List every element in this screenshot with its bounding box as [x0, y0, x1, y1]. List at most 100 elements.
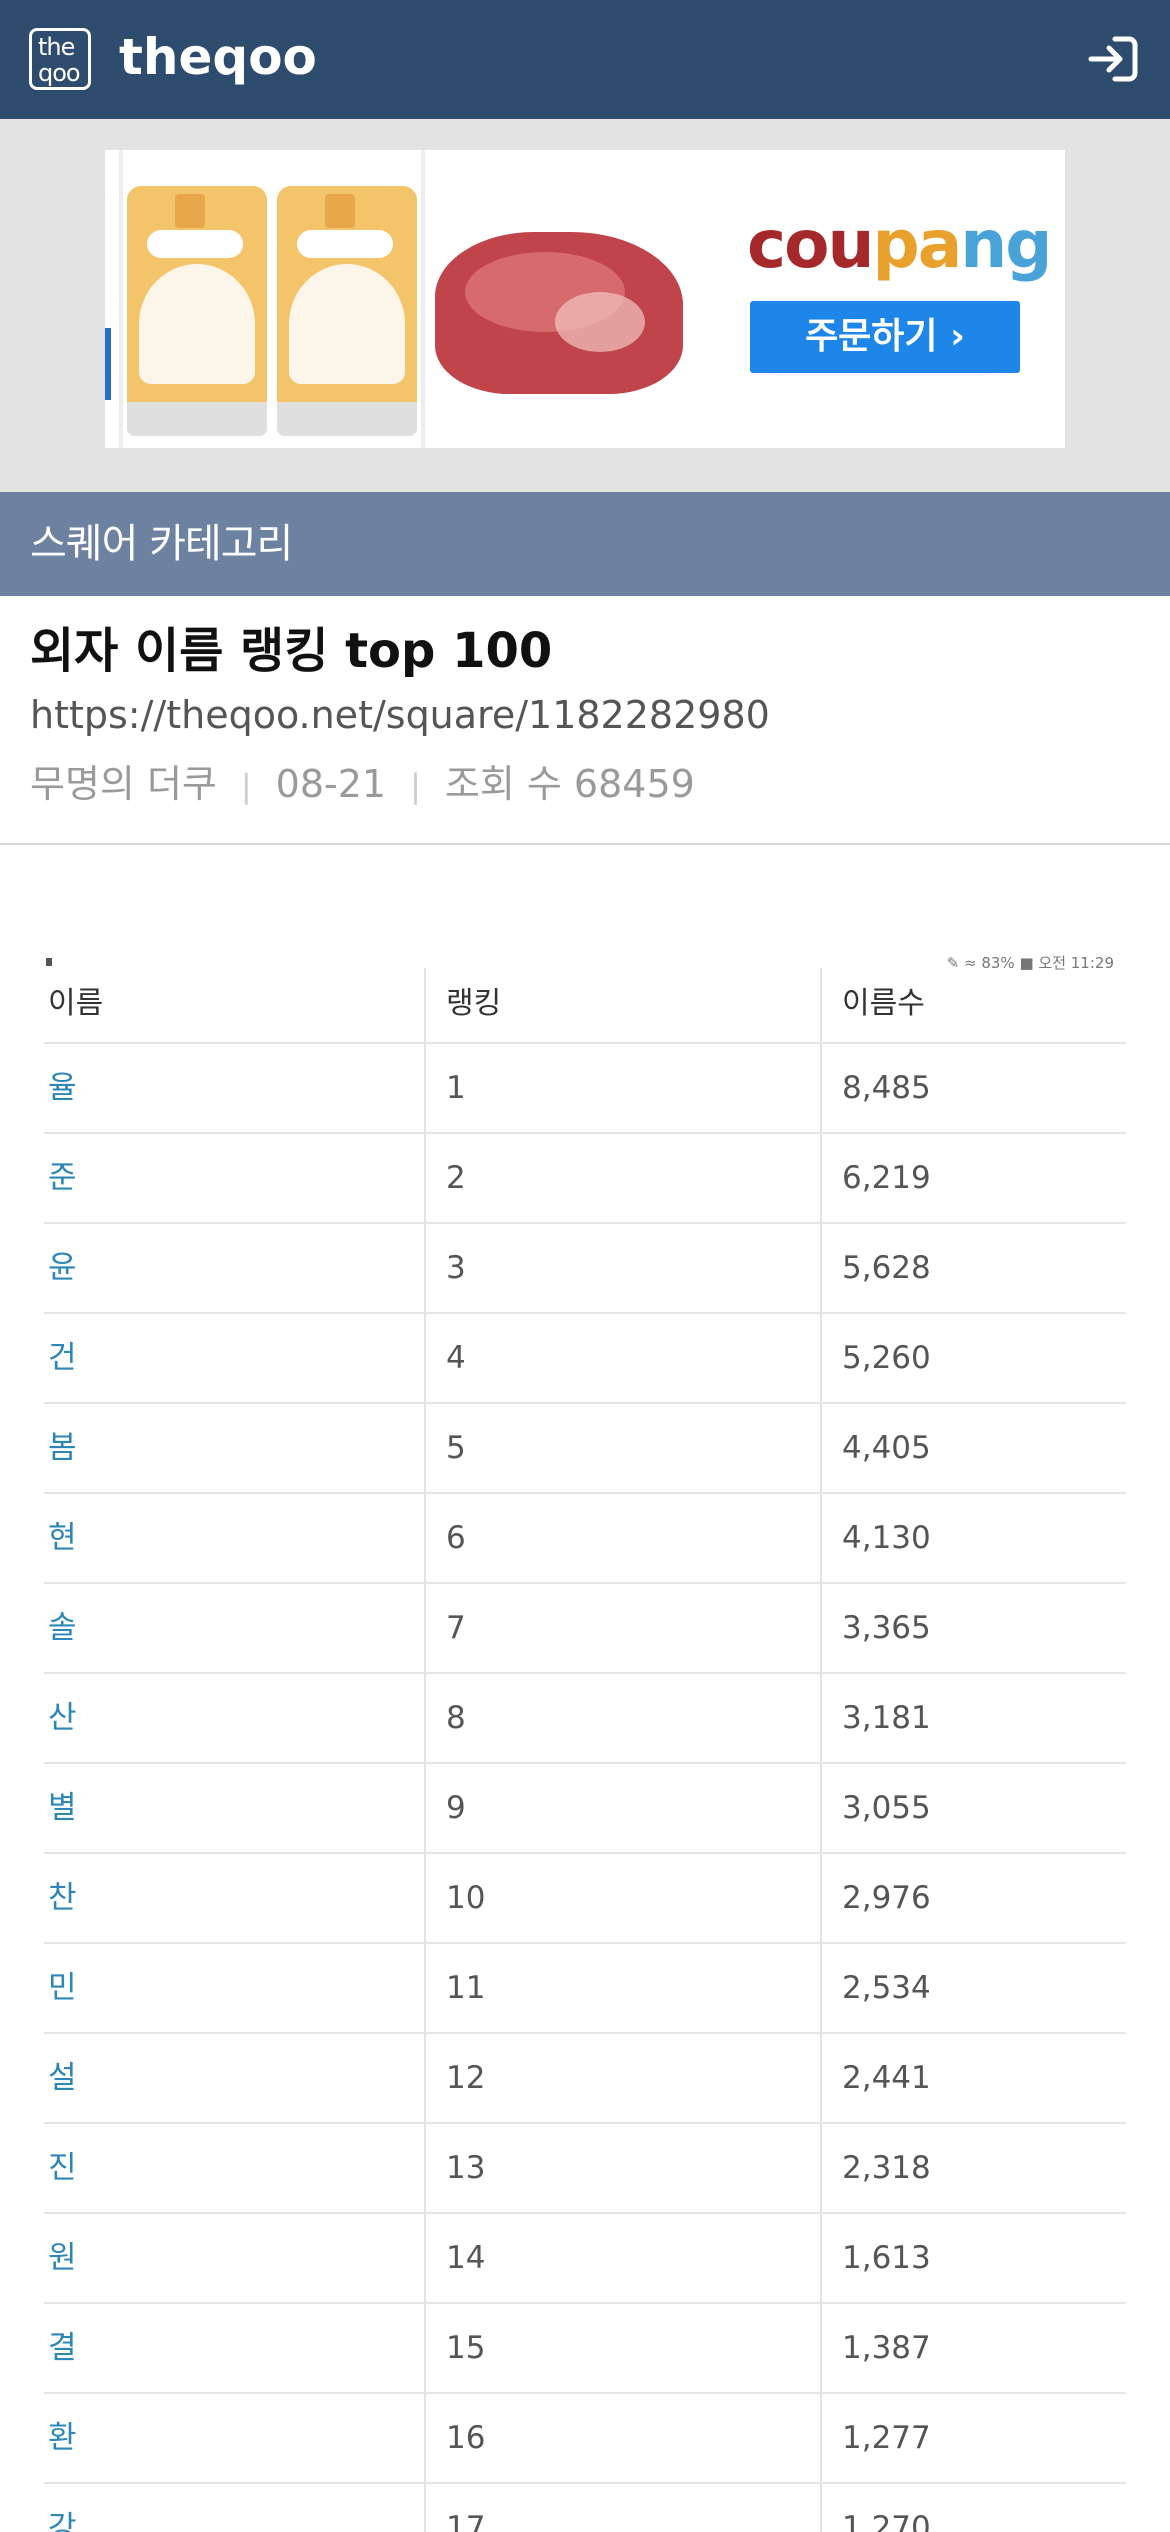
coupang-ad-banner[interactable]: coupang 주문하기 ›: [105, 150, 1065, 448]
site-title[interactable]: theqoo: [119, 27, 317, 87]
rank-cell: 15: [446, 2330, 486, 2366]
table-row: 별 9 3,055: [44, 1762, 1126, 1852]
table-row: 솔 7 3,365: [44, 1582, 1126, 1672]
rank-cell: 5: [446, 1430, 466, 1466]
table-row: 산 8 3,181: [44, 1672, 1126, 1762]
count-cell: 8,485: [842, 1070, 931, 1106]
name-cell: 진: [48, 2150, 77, 2186]
theqoo-logo-icon[interactable]: the qoo: [29, 28, 91, 90]
table-row: 찬 10 2,976: [44, 1852, 1126, 1942]
table-row: 강 17 1,270: [44, 2482, 1126, 2532]
count-cell: 2,976: [842, 1880, 931, 1916]
post-meta: 무명의 더쿠 | 08-21 | 조회 수 68459: [30, 762, 695, 808]
rank-cell: 2: [446, 1160, 466, 1196]
rank-cell: 4: [446, 1340, 466, 1376]
count-cell: 4,130: [842, 1520, 931, 1556]
advertisement-area: coupang 주문하기 ›: [0, 119, 1170, 492]
rank-cell: 6: [446, 1520, 466, 1556]
count-cell: 3,055: [842, 1790, 931, 1826]
count-cell: 1,270: [842, 2510, 931, 2532]
rank-cell: 17: [446, 2510, 486, 2532]
table-row: 원 14 1,613: [44, 2212, 1126, 2302]
post-title: 외자 이름 랭킹 top 100: [30, 623, 553, 679]
rank-cell: 13: [446, 2150, 486, 2186]
post-author: 무명의 더쿠: [30, 762, 217, 806]
rank-cell: 14: [446, 2240, 486, 2276]
table-header: 이름 랭킹 이름수: [0, 968, 1170, 1044]
rank-cell: 8: [446, 1700, 466, 1736]
meta-separator: |: [410, 767, 421, 805]
column-header-rank: 랭킹: [446, 986, 502, 1021]
rank-cell: 11: [446, 1970, 486, 2006]
logo-text-top: the: [38, 33, 75, 61]
post-views: 조회 수 68459: [444, 762, 695, 806]
name-cell: 설: [48, 2060, 77, 2096]
rank-cell: 16: [446, 2420, 486, 2456]
name-cell: 강: [48, 2510, 77, 2532]
count-cell: 3,181: [842, 1700, 931, 1736]
column-header-count: 이름수: [842, 986, 925, 1021]
category-bar[interactable]: 스퀘어 카테고리: [0, 492, 1170, 596]
name-cell: 민: [48, 1970, 77, 2006]
count-cell: 1,613: [842, 2240, 931, 2276]
content-divider: [0, 843, 1170, 845]
name-cell: 봄: [48, 1430, 77, 1466]
order-button[interactable]: 주문하기 ›: [750, 301, 1020, 373]
count-cell: 3,365: [842, 1610, 931, 1646]
table-row: 결 15 1,387: [44, 2302, 1126, 2392]
column-header-name: 이름: [48, 986, 104, 1021]
coupang-logo: coupang: [747, 210, 1052, 280]
count-cell: 5,628: [842, 1250, 931, 1286]
rank-cell: 3: [446, 1250, 466, 1286]
ad-divider: [421, 150, 425, 448]
table-row: 봄 5 4,405: [44, 1402, 1126, 1492]
name-cell: 별: [48, 1790, 77, 1826]
post-date: 08-21: [275, 762, 387, 806]
soap-pouch-image: [127, 186, 267, 436]
login-icon[interactable]: [1085, 31, 1141, 87]
count-cell: 2,318: [842, 2150, 931, 2186]
rank-cell: 9: [446, 1790, 466, 1826]
table-row: 윤 3 5,628: [44, 1222, 1126, 1312]
name-cell: 현: [48, 1520, 77, 1556]
count-cell: 4,405: [842, 1430, 931, 1466]
table-row: 민 11 2,534: [44, 1942, 1126, 2032]
meta-separator: |: [240, 767, 252, 805]
count-cell: 5,260: [842, 1340, 931, 1376]
rank-cell: 7: [446, 1610, 466, 1646]
name-cell: 산: [48, 1700, 77, 1736]
name-cell: 결: [48, 2330, 77, 2366]
ranking-table-image: ✎ ≈ 83% ■ 오전 11:29 이름 랭킹 이름수 율 1 8,485 준 2 6,…: [0, 952, 1170, 2532]
count-cell: 2,534: [842, 1970, 931, 2006]
coupang-logo-part: ng: [960, 206, 1052, 283]
coupang-logo-part: cou: [747, 206, 874, 283]
table-row: 진 13 2,318: [44, 2122, 1126, 2212]
rank-cell: 10: [446, 1880, 486, 1916]
count-cell: 1,387: [842, 2330, 931, 2366]
category-label: 스퀘어 카테고리: [30, 521, 293, 567]
name-cell: 준: [48, 1160, 77, 1196]
rank-cell: 12: [446, 2060, 486, 2096]
table-row: 준 2 6,219: [44, 1132, 1126, 1222]
table-row: 현 6 4,130: [44, 1492, 1126, 1582]
table-row: 율 1 8,485: [44, 1042, 1126, 1132]
name-cell: 솔: [48, 1610, 77, 1646]
ad-divider: [119, 150, 123, 448]
name-cell: 찬: [48, 1880, 77, 1916]
name-cell: 건: [48, 1340, 77, 1376]
post-url[interactable]: https://theqoo.net/square/1182282980: [30, 693, 770, 737]
table-row: 환 16 1,277: [44, 2392, 1126, 2482]
meat-product-image: [435, 232, 683, 394]
top-navigation-bar: the qoo theqoo: [0, 0, 1170, 119]
count-cell: 6,219: [842, 1160, 931, 1196]
name-cell: 환: [48, 2420, 77, 2456]
count-cell: 1,277: [842, 2420, 931, 2456]
name-cell: 원: [48, 2240, 77, 2276]
ad-prev-arrow-icon[interactable]: [105, 328, 111, 400]
rank-cell: 1: [446, 1070, 466, 1106]
table-row: 설 12 2,441: [44, 2032, 1126, 2122]
count-cell: 2,441: [842, 2060, 931, 2096]
name-cell: 윤: [48, 1250, 77, 1286]
coupang-logo-part: pa: [872, 206, 962, 283]
status-bar-indicator: [46, 958, 52, 966]
